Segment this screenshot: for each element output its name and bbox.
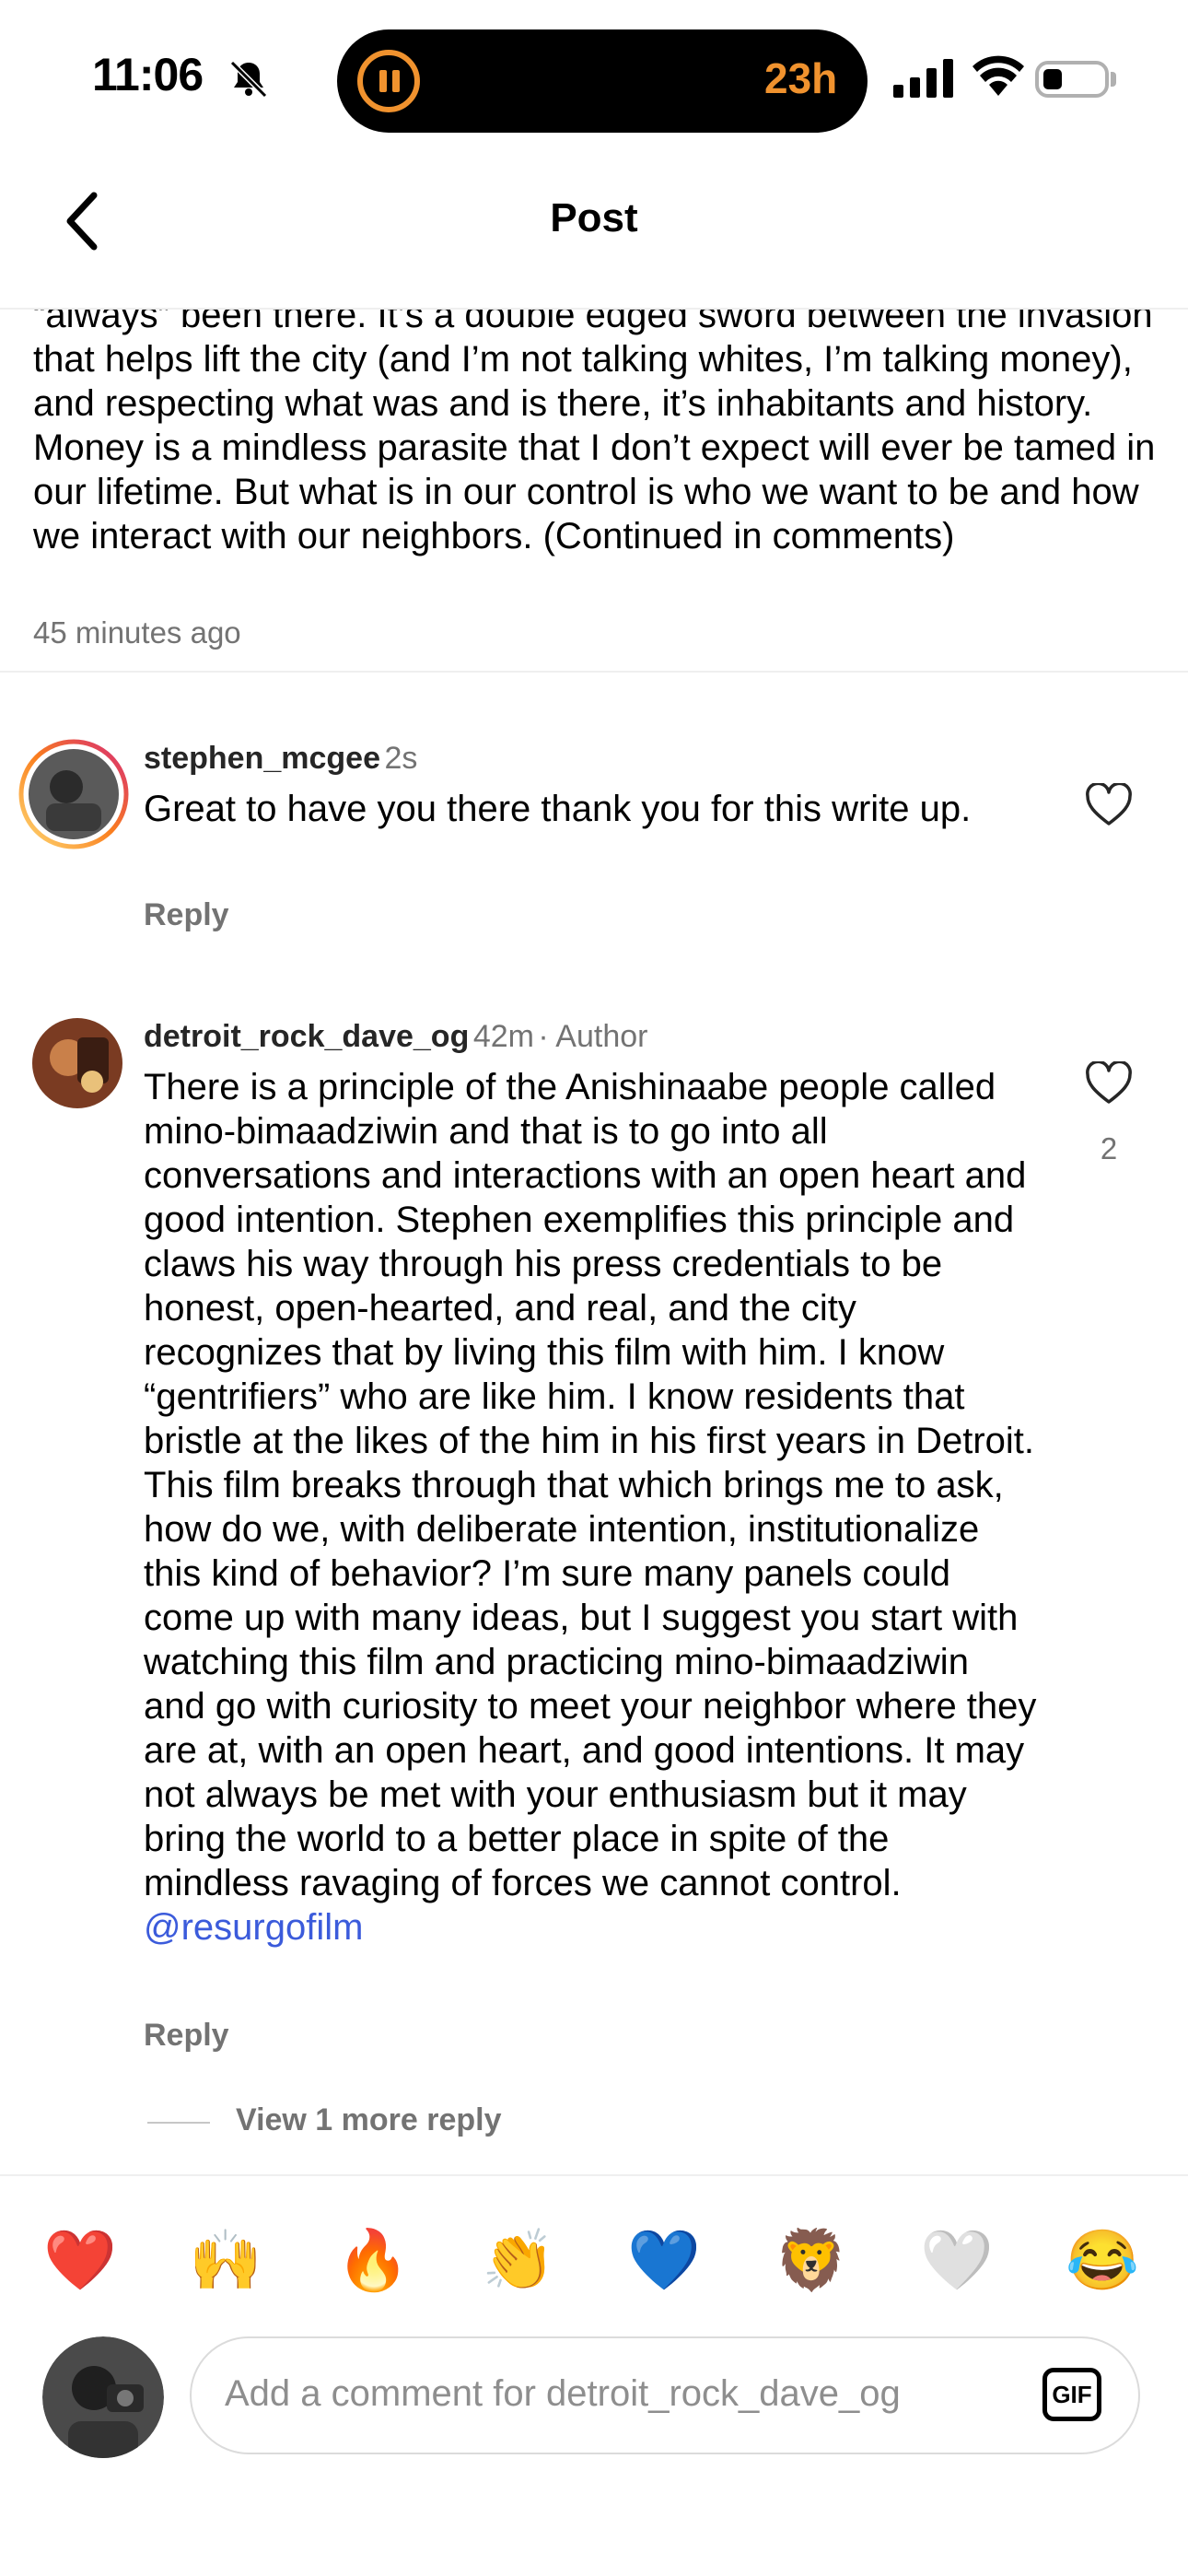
view-more-replies-button[interactable]: View 1 more reply	[236, 2102, 502, 2138]
pause-icon[interactable]	[357, 50, 420, 112]
comment-username[interactable]: detroit_rock_dave_og	[144, 1019, 469, 1054]
like-count[interactable]: 2	[1081, 1131, 1136, 1166]
battery-tip	[1111, 72, 1116, 87]
caption-time-ago: 45 minutes ago	[33, 615, 241, 650]
header-divider	[0, 308, 1188, 310]
comment-username[interactable]: stephen_mcgee	[144, 741, 380, 776]
silent-bell-icon	[229, 60, 268, 99]
emoji-white-heart[interactable]: 🤍	[915, 2219, 998, 2301]
comment-text: Great to have you there thank you for th…	[144, 789, 972, 829]
emoji-red-heart[interactable]: ❤️	[39, 2219, 122, 2301]
comment-input-placeholder[interactable]: Add a comment for detroit_rock_dave_og	[225, 2373, 901, 2415]
emoji-clapping[interactable]: 👏	[477, 2219, 560, 2301]
battery-icon	[1035, 61, 1109, 98]
caption-clip: “always” been there. It’s a double edged…	[0, 310, 1188, 606]
wifi-icon	[973, 55, 1024, 96]
view-more-divider	[147, 2122, 210, 2124]
emoji-tears-of-joy[interactable]: 😂	[1061, 2219, 1144, 2301]
timer-text: 23h	[764, 54, 838, 102]
status-time: 11:06	[92, 49, 204, 100]
mention-link[interactable]: @resurgofilm	[144, 1907, 363, 1948]
comment-time: 2s	[384, 741, 418, 776]
post-caption: “always” been there. It’s a double edged…	[33, 310, 1156, 556]
emoji-blue-heart[interactable]: 💙	[623, 2219, 705, 2301]
reply-button[interactable]: Reply	[144, 897, 229, 933]
gif-button[interactable]: GIF	[1042, 2368, 1101, 2421]
heart-icon[interactable]	[1085, 1061, 1133, 1106]
avatar[interactable]	[18, 739, 129, 849]
signal-icon	[893, 59, 953, 98]
comment-2: detroit_rock_dave_og 42m · Author There …	[0, 1010, 1188, 2069]
comment-body: There is a principle of the Anishinaabe …	[144, 1067, 1037, 1903]
avatar[interactable]	[31, 1017, 123, 1109]
comment-1: stephen_mcgee 2s Great to have you there…	[0, 728, 1188, 949]
my-avatar[interactable]	[42, 2336, 164, 2458]
emoji-fire[interactable]: 🔥	[332, 2219, 414, 2301]
emoji-lion[interactable]: 🦁	[770, 2219, 853, 2301]
comment-text: There is a principle of the Anishinaabe …	[144, 1065, 1037, 1950]
page-title: Post	[550, 195, 638, 240]
caption-divider	[0, 671, 1188, 673]
composer-divider	[0, 2174, 1188, 2176]
reply-button[interactable]: Reply	[144, 2018, 229, 2054]
emoji-raised-hands[interactable]: 🙌	[184, 2219, 267, 2301]
heart-icon[interactable]	[1085, 783, 1133, 827]
comment-time: 42m	[472, 1019, 534, 1054]
author-badge: · Author	[538, 1019, 648, 1054]
